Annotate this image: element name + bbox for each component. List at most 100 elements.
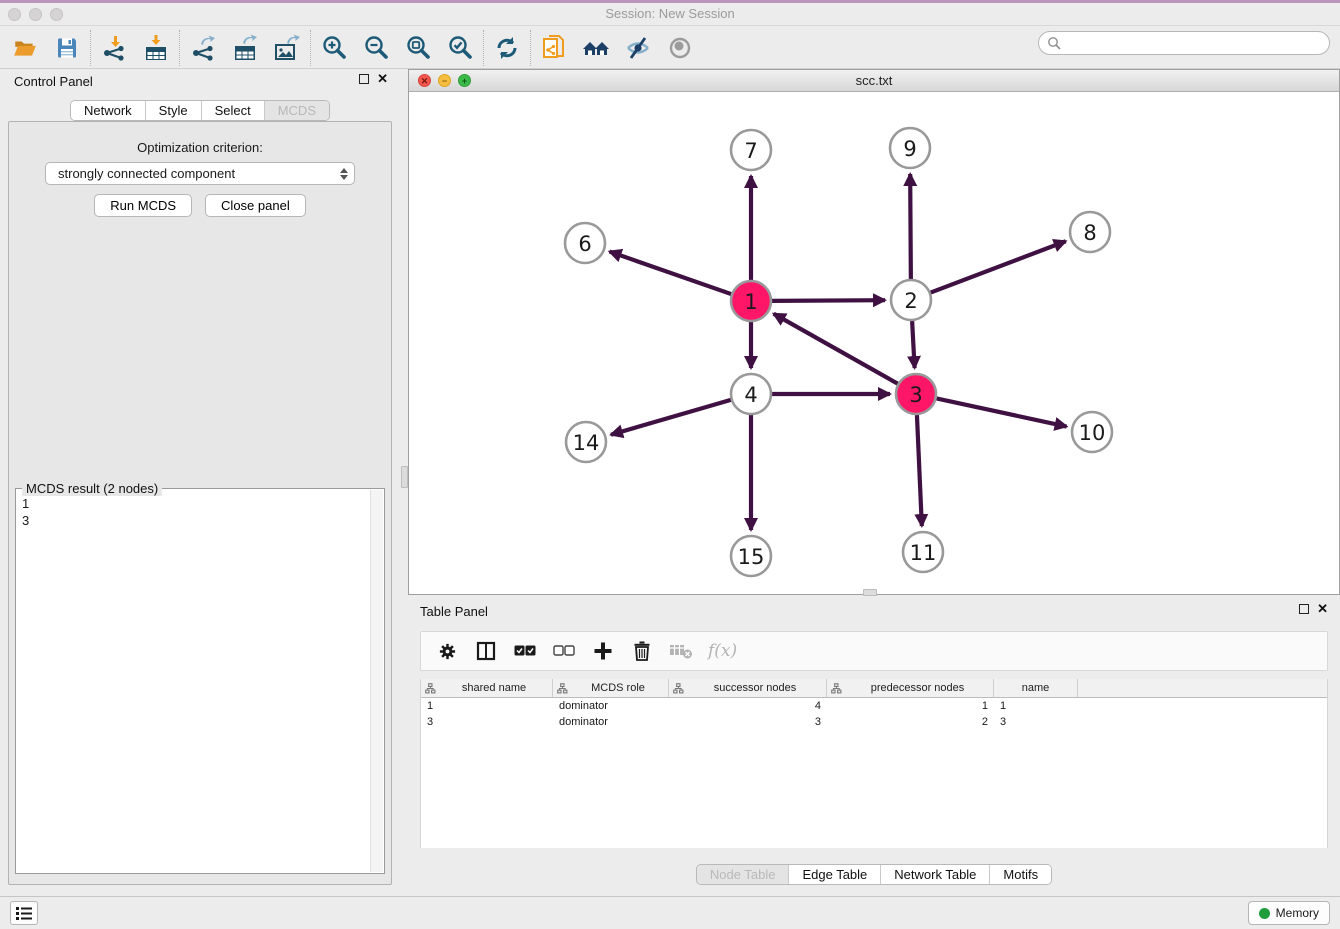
deselect-all-button[interactable]	[552, 639, 576, 663]
graph-edge-3-10[interactable]	[937, 398, 1067, 426]
function-builder-button: f(x)	[708, 641, 737, 661]
show-all-button[interactable]	[659, 29, 701, 67]
clone-network-button[interactable]	[533, 29, 575, 67]
mcds-result-line: 3	[22, 512, 369, 529]
graph-edge-4-14[interactable]	[611, 400, 731, 435]
splitter-handle-horizontal[interactable]	[863, 589, 877, 596]
column-header-name[interactable]: name	[994, 679, 1078, 697]
zoom-fit-button[interactable]	[397, 29, 439, 67]
zoom-out-icon	[362, 34, 390, 62]
import-network-button[interactable]	[93, 29, 135, 67]
search-field[interactable]	[1038, 31, 1330, 55]
network-canvas[interactable]: 7968124314101511	[409, 92, 1339, 594]
control-panel-close-button[interactable]: ✕	[377, 74, 388, 84]
first-neighbors-button[interactable]	[575, 29, 617, 67]
mcds-result-text[interactable]: 13	[18, 495, 369, 871]
network-graph[interactable]: 7968124314101511	[409, 92, 1339, 594]
table-cell: 3	[994, 716, 1078, 728]
add-column-button[interactable]	[591, 639, 615, 663]
table-header-row: shared nameMCDS rolesuccessor nodesprede…	[421, 679, 1327, 698]
control-panel-float-button[interactable]	[359, 74, 369, 84]
graph-node-label: 1	[744, 290, 757, 314]
table-cell: 1	[421, 700, 553, 712]
export-table-button[interactable]	[224, 29, 266, 67]
table-panel-title: Table Panel	[420, 604, 488, 619]
search-icon	[1047, 36, 1061, 50]
column-header-successor-nodes[interactable]: successor nodes	[669, 679, 827, 697]
show-panels-button[interactable]	[10, 901, 38, 925]
graph-edge-1-6[interactable]	[610, 252, 732, 294]
delete-table-icon	[669, 643, 693, 659]
column-settings-button[interactable]	[435, 639, 459, 663]
graph-node-label: 4	[744, 383, 757, 407]
save-session-button[interactable]	[46, 29, 88, 67]
graph-node-label: 3	[909, 383, 922, 407]
optimization-criterion-label: Optimization criterion:	[9, 140, 391, 155]
show-columns-button[interactable]	[474, 639, 498, 663]
tab-node-table: Node Table	[697, 865, 789, 884]
table-row[interactable]: 3dominator323	[421, 714, 1327, 730]
memory-button[interactable]: Memory	[1248, 901, 1330, 925]
column-header-MCDS-role[interactable]: MCDS role	[553, 679, 669, 697]
column-type-icon	[673, 683, 684, 694]
tab-network[interactable]: Network	[71, 101, 145, 120]
network-window-titlebar[interactable]: ✕ − + scc.txt	[409, 70, 1339, 92]
hide-selected-button[interactable]	[617, 29, 659, 67]
table-cell: dominator	[553, 700, 669, 712]
splitter-handle-vertical[interactable]	[401, 466, 408, 488]
import-table-icon	[142, 34, 170, 62]
control-panel-tabs: NetworkStyleSelectMCDS	[70, 100, 330, 121]
toolbar-separator	[530, 30, 531, 66]
table-panel-float-button[interactable]	[1299, 604, 1309, 614]
graph-edge-3-11[interactable]	[917, 415, 922, 526]
table-panel-close-button[interactable]: ✕	[1317, 604, 1328, 614]
graph-edge-2-8[interactable]	[931, 241, 1066, 292]
table-cell: 3	[669, 716, 827, 728]
mcds-panel: Optimization criterion: strongly connect…	[8, 121, 392, 885]
export-image-button[interactable]	[266, 29, 308, 67]
graph-edge-2-3[interactable]	[912, 321, 915, 368]
graph-node-label: 8	[1083, 221, 1096, 245]
search-input[interactable]	[1061, 36, 1321, 50]
run-mcds-button[interactable]: Run MCDS	[94, 194, 192, 217]
open-folder-icon	[12, 35, 38, 61]
import-table-button[interactable]	[135, 29, 177, 67]
delete-column-button[interactable]	[630, 639, 654, 663]
export-network-button[interactable]	[182, 29, 224, 67]
toolbar-separator	[310, 30, 311, 66]
select-all-button[interactable]	[513, 639, 537, 663]
tab-edge-table[interactable]: Edge Table	[788, 865, 880, 884]
table-row[interactable]: 1dominator411	[421, 698, 1327, 714]
tab-motifs[interactable]: Motifs	[989, 865, 1051, 884]
tab-network-table[interactable]: Network Table	[880, 865, 989, 884]
zoom-out-button[interactable]	[355, 29, 397, 67]
table-cell: 1	[827, 700, 994, 712]
graph-edge-2-9[interactable]	[910, 174, 911, 279]
graph-edge-3-1[interactable]	[774, 314, 898, 384]
column-header-predecessor-nodes[interactable]: predecessor nodes	[827, 679, 994, 697]
mcds-result-title: MCDS result (2 nodes)	[22, 481, 162, 496]
apply-layout-button[interactable]	[486, 29, 528, 67]
close-panel-button[interactable]: Close panel	[205, 194, 306, 217]
export-table-icon	[231, 34, 259, 62]
open-file-button[interactable]	[4, 29, 46, 67]
tab-select[interactable]: Select	[201, 101, 264, 120]
optimization-criterion-value: strongly connected component	[58, 166, 340, 181]
column-header-shared-name[interactable]: shared name	[421, 679, 553, 697]
optimization-criterion-select[interactable]: strongly connected component	[45, 162, 355, 185]
column-type-icon	[557, 683, 568, 694]
toolbar-separator	[90, 30, 91, 66]
zoom-in-button[interactable]	[313, 29, 355, 67]
graph-edge-1-2[interactable]	[772, 300, 885, 301]
graph-node-label: 10	[1079, 421, 1106, 445]
column-header-filler	[1078, 679, 1327, 697]
status-bar: Memory	[0, 896, 1340, 929]
app-title-bar: Session: New Session	[0, 3, 1340, 26]
tab-style[interactable]: Style	[145, 101, 201, 120]
graph-node-label: 2	[904, 289, 917, 313]
control-panel-title: Control Panel	[14, 74, 93, 89]
mcds-result-box: MCDS result (2 nodes) 13	[15, 488, 385, 874]
zoom-selected-button[interactable]	[439, 29, 481, 67]
result-scrollbar[interactable]	[370, 490, 383, 872]
trash-icon	[633, 641, 651, 661]
